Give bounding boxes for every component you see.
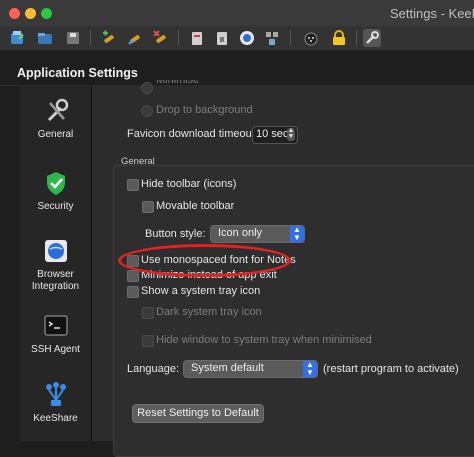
dark-tray-checkbox[interactable] (142, 307, 154, 319)
entry-add-icon[interactable] (100, 29, 118, 47)
sidebar-item-browser-integration[interactable]: Browser Integration (20, 236, 91, 293)
settings-header: Application Settings (0, 65, 474, 86)
button-style-value: Icon only (218, 227, 263, 239)
toolbar-separator (290, 30, 291, 46)
language-value: System default (191, 362, 264, 374)
window-titlebar: Settings - KeeP (0, 0, 474, 27)
drop-to-background-label: Drop to background (156, 104, 253, 116)
page-title: Application Settings (17, 66, 138, 80)
terminal-icon (41, 311, 71, 341)
close-window-button[interactable] (9, 8, 20, 19)
sidebar-item-label: Security (37, 201, 74, 212)
sidebar-item-ssh-agent[interactable]: SSH Agent (20, 311, 91, 356)
copy-password-icon[interactable] (213, 29, 231, 47)
movable-toolbar-checkbox[interactable] (142, 201, 154, 213)
minimize-window-button[interactable] (25, 8, 36, 19)
database-save-icon[interactable] (64, 29, 82, 47)
database-open-icon[interactable] (36, 29, 54, 47)
dark-tray-label: Dark system tray icon (156, 306, 262, 318)
entry-edit-icon[interactable] (126, 29, 144, 47)
sidebar-item-security[interactable]: Security (20, 168, 91, 213)
chevron-updown-icon: ▲ ▼ (290, 226, 304, 242)
groups-icon[interactable] (263, 29, 281, 47)
show-tray-label: Show a system tray icon (141, 285, 261, 297)
general-group-title: General (121, 156, 155, 167)
favicon-timeout-spinbox[interactable]: 10 sec ▲ ▼ (252, 126, 298, 144)
minimize-on-exit-checkbox[interactable] (127, 270, 139, 282)
movable-toolbar-label: Movable toolbar (156, 200, 235, 212)
database-new-icon[interactable] (8, 29, 26, 47)
minimise-label: Minimise (156, 80, 200, 86)
copy-username-icon[interactable] (188, 29, 206, 47)
lock-icon[interactable] (330, 29, 348, 47)
category-sidebar: General Security Browser Integration SSH… (20, 86, 92, 441)
button-style-label: Button style: (145, 228, 206, 240)
minimise-radio[interactable] (141, 82, 153, 94)
reset-settings-button[interactable]: Reset Settings to Default (132, 404, 264, 423)
url-open-icon[interactable] (238, 29, 256, 47)
monospaced-notes-label: Use monospaced font for Notes (141, 254, 296, 266)
show-tray-checkbox[interactable] (127, 286, 139, 298)
toolbar-separator (90, 30, 91, 46)
button-style-select[interactable]: Icon only ▲ ▼ (210, 225, 305, 243)
sidebar-item-keeshare[interactable]: KeeShare (20, 380, 91, 425)
globe-icon (41, 236, 71, 266)
toolbar-separator (356, 30, 357, 46)
shield-icon (41, 168, 71, 198)
sidebar-item-label: SSH Agent (31, 344, 80, 355)
drop-to-background-radio[interactable] (141, 105, 153, 117)
stepper-arrows-icon[interactable]: ▲ ▼ (287, 127, 295, 141)
favicon-timeout-label: Favicon download timeout: (127, 128, 258, 140)
zoom-window-button[interactable] (41, 8, 52, 19)
tools-icon (41, 96, 71, 126)
password-generator-icon[interactable] (302, 29, 320, 47)
chevron-updown-icon: ▲ ▼ (303, 361, 317, 377)
sidebar-item-label: KeeShare (33, 413, 78, 424)
main-toolbar (0, 26, 474, 51)
monospaced-notes-checkbox[interactable] (127, 255, 139, 267)
share-network-icon (41, 380, 71, 410)
sidebar-item-label: General (37, 129, 74, 140)
minimize-on-exit-label: Minimize instead of app exit (141, 269, 277, 281)
entry-delete-icon[interactable] (152, 29, 170, 47)
sidebar-item-label: Browser Integration (31, 269, 80, 292)
sidebar-item-general[interactable]: General (20, 96, 91, 141)
toolbar-separator (178, 30, 179, 46)
restart-note: (restart program to activate) (323, 363, 459, 375)
hide-window-tray-label: Hide window to system tray when minimise… (156, 334, 372, 346)
hide-toolbar-label: Hide toolbar (icons) (141, 178, 237, 190)
favicon-timeout-value: 10 sec (256, 128, 289, 140)
hide-window-tray-checkbox[interactable] (142, 335, 154, 347)
settings-icon[interactable] (363, 29, 381, 47)
hide-toolbar-checkbox[interactable] (127, 179, 139, 191)
window-margin (0, 86, 20, 441)
window-title: Settings - KeeP (390, 6, 474, 21)
language-select[interactable]: System default ▲ ▼ (183, 360, 318, 378)
window-spacer (0, 51, 474, 65)
language-label: Language: (127, 363, 179, 375)
